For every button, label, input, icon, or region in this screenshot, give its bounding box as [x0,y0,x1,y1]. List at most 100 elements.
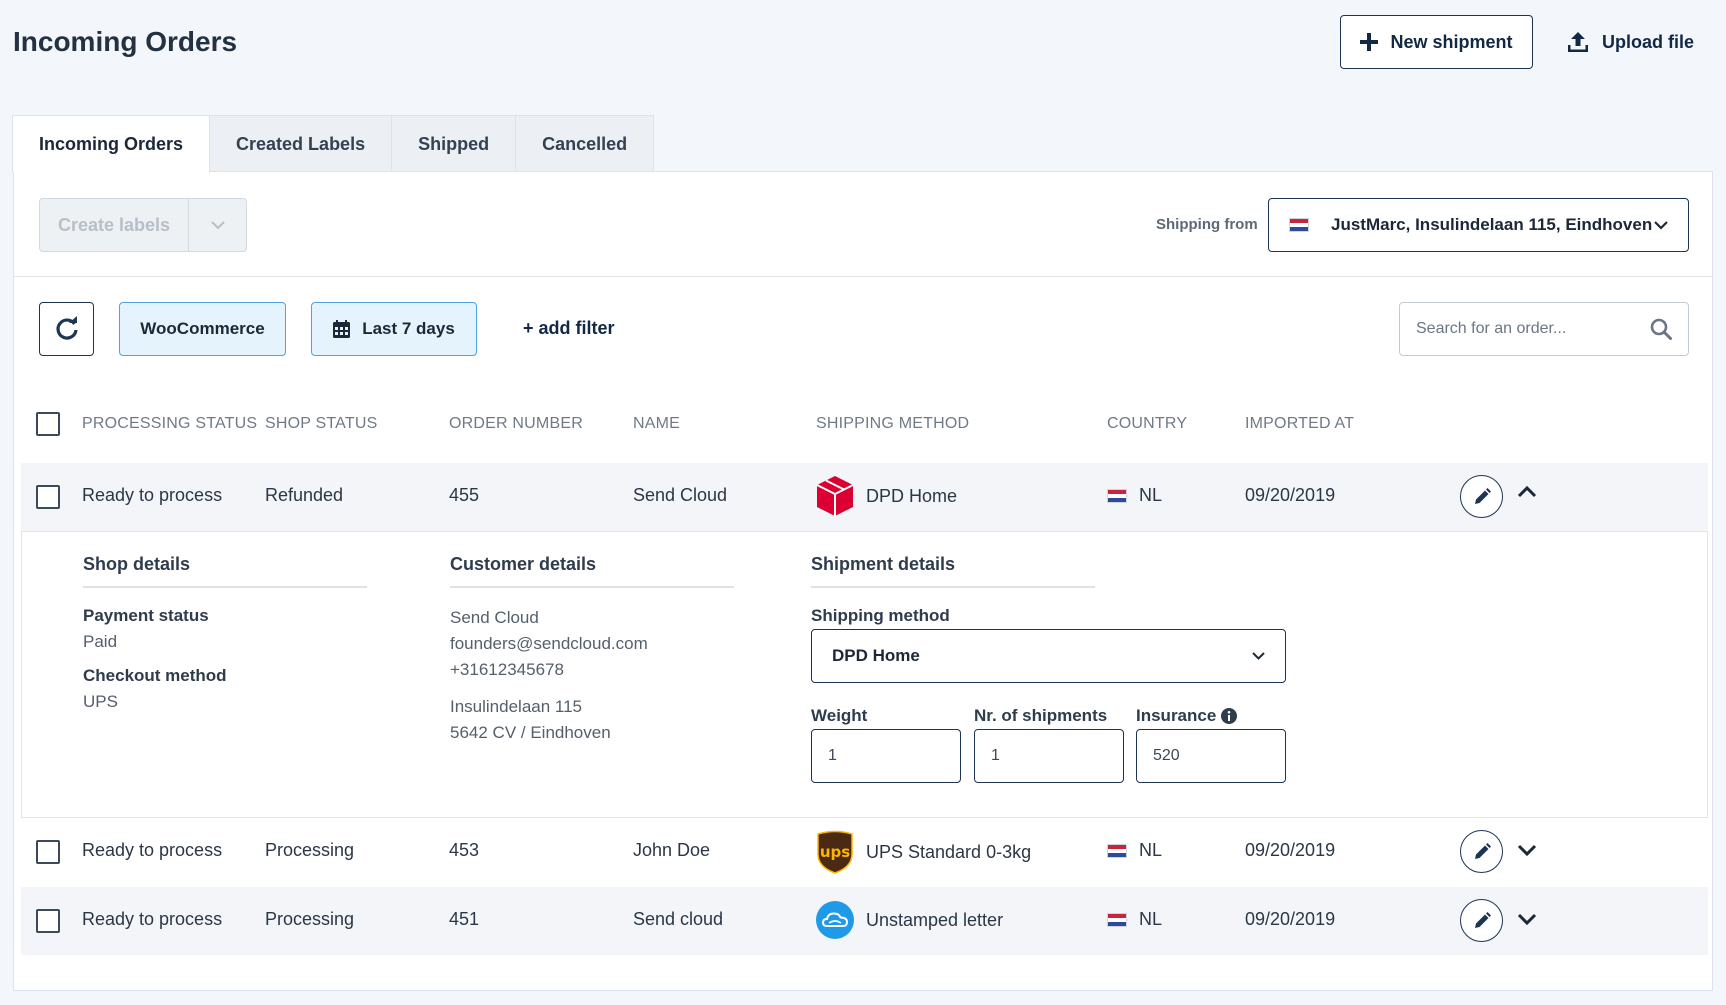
nr-shipments-label: Nr. of shipments [974,706,1108,725]
date-filter-chip[interactable]: Last 7 days [311,302,477,356]
checkout-method-value: UPS [83,692,118,711]
customer-name: Send Cloud [633,485,728,505]
pencil-icon [1474,842,1491,859]
select-all-checkbox[interactable] [36,412,60,436]
create-labels-dropdown-toggle[interactable] [188,199,246,251]
table-row[interactable]: Ready to process Processing 453 John Doe… [21,818,1708,886]
header-processing-status[interactable]: PROCESSING STATUS [82,415,257,433]
date-filter-label: Last 7 days [362,319,455,338]
search-icon[interactable] [1650,318,1672,340]
imported-at: 09/20/2019 [1245,840,1336,860]
shipping-method-select[interactable]: DPD Home [811,629,1286,683]
shop-status: Refunded [265,485,344,505]
edit-button[interactable] [1460,830,1503,873]
order-search [1399,302,1689,356]
shop-filter-chip[interactable]: WooCommerce [119,302,286,356]
shipping-method: DPD Home [816,475,957,517]
shipping-method-label: DPD Home [866,485,958,506]
chevron-down-icon [210,220,225,229]
tab-shipped[interactable]: Shipped [391,115,517,172]
refresh-button[interactable] [39,302,94,356]
order-details-panel: Shop details Payment status Paid Checkou… [21,531,1708,818]
sendcloud-icon [816,901,854,939]
nl-flag-icon [1289,218,1309,232]
chevron-down-icon[interactable] [1517,913,1537,926]
row-checkbox[interactable] [36,840,60,864]
shipping-method: ups UPS Standard 0-3kg [816,830,1031,874]
header-country[interactable]: COUNTRY [1107,415,1187,433]
customer-phone-value: +31612345678 [450,660,564,679]
insurance-input[interactable]: 520 [1136,729,1286,783]
shipment-details-title: Shipment details [811,554,1095,588]
shop-filter-label: WooCommerce [140,319,265,338]
chevron-down-icon[interactable] [1517,844,1537,857]
info-icon[interactable] [1221,708,1238,724]
upload-icon [1568,32,1588,52]
payment-status-value: Paid [83,632,118,651]
pencil-icon [1474,911,1491,928]
customer-city-value: 5642 CV / Eindhoven [450,723,611,742]
order-number: 453 [449,840,480,860]
search-input[interactable] [1416,320,1650,338]
nr-shipments-input[interactable]: 1 [974,729,1124,783]
panel-toolbar: Create labels Shipping from JustMarc, In… [14,172,1712,277]
plus-icon [1360,33,1379,51]
shipping-from-label: Shipping from [1156,216,1258,233]
pencil-icon [1474,487,1491,504]
edit-button[interactable] [1460,475,1503,518]
weight-label: Weight [811,706,868,725]
chevron-down-icon [1252,652,1265,660]
tab-cancelled[interactable]: Cancelled [515,115,655,172]
header-order-number[interactable]: ORDER NUMBER [449,415,583,433]
shipping-method-label: Unstamped letter [866,909,1004,930]
processing-status: Ready to process [82,909,223,929]
nl-flag-icon [1107,488,1127,503]
insurance-label-text: Insurance [1136,706,1217,725]
refresh-icon [56,316,78,340]
customer-street-value: Insulindelaan 115 [450,697,583,716]
chevron-down-icon [1654,220,1668,230]
customer-details-title: Customer details [450,554,734,588]
svg-text:ups: ups [820,843,850,861]
ups-icon: ups [817,830,853,874]
country-code: NL [1139,840,1163,860]
nl-flag-icon [1107,912,1127,927]
customer-name-value: Send Cloud [450,608,539,627]
weight-input[interactable]: 1 [811,729,961,783]
row-checkbox[interactable] [36,909,60,933]
tab-incoming-orders[interactable]: Incoming Orders [12,115,211,173]
header-imported-at[interactable]: IMPORTED AT [1245,415,1354,433]
shop-status: Processing [265,840,355,860]
shop-details-title: Shop details [83,554,367,588]
calendar-icon [333,320,351,338]
shipping-method: Unstamped letter [816,901,1003,939]
shipping-method-label: UPS Standard 0-3kg [866,841,1032,862]
new-shipment-button[interactable]: New shipment [1340,15,1533,69]
create-labels-button[interactable]: Create labels [40,199,188,251]
add-filter-link[interactable]: + add filter [523,318,615,339]
processing-status: Ready to process [82,840,223,860]
country: NL [1107,909,1162,930]
upload-file-label: Upload file [1602,31,1695,52]
shipping-from-select[interactable]: JustMarc, Insulindelaan 115, Eindhoven [1268,198,1689,252]
customer-name: Send cloud [633,909,724,929]
header-shipping-method[interactable]: SHIPPING METHOD [816,415,969,433]
shipping-method-select-value: DPD Home [832,646,920,665]
row-checkbox[interactable] [36,485,60,509]
shipping-method-label: Shipping method [811,606,950,625]
shop-status: Processing [265,909,355,929]
insurance-label: Insurance [1136,706,1238,726]
upload-file-button[interactable]: Upload file [1566,15,1700,69]
table-row[interactable]: Ready to process Processing 451 Send clo… [21,887,1708,955]
header-shop-status[interactable]: SHOP STATUS [265,415,377,433]
tab-created-labels[interactable]: Created Labels [209,115,393,172]
page-title: Incoming Orders [13,26,238,57]
shipping-from-value: JustMarc, Insulindelaan 115, Eindhoven [1331,215,1653,234]
edit-button[interactable] [1460,899,1503,942]
country-code: NL [1139,485,1163,505]
table-row[interactable]: Ready to process Refunded 455 Send Cloud… [21,463,1708,531]
header-name[interactable]: NAME [633,415,680,433]
processing-status: Ready to process [82,485,223,505]
nl-flag-icon [1107,843,1127,858]
chevron-up-icon[interactable] [1517,485,1537,498]
